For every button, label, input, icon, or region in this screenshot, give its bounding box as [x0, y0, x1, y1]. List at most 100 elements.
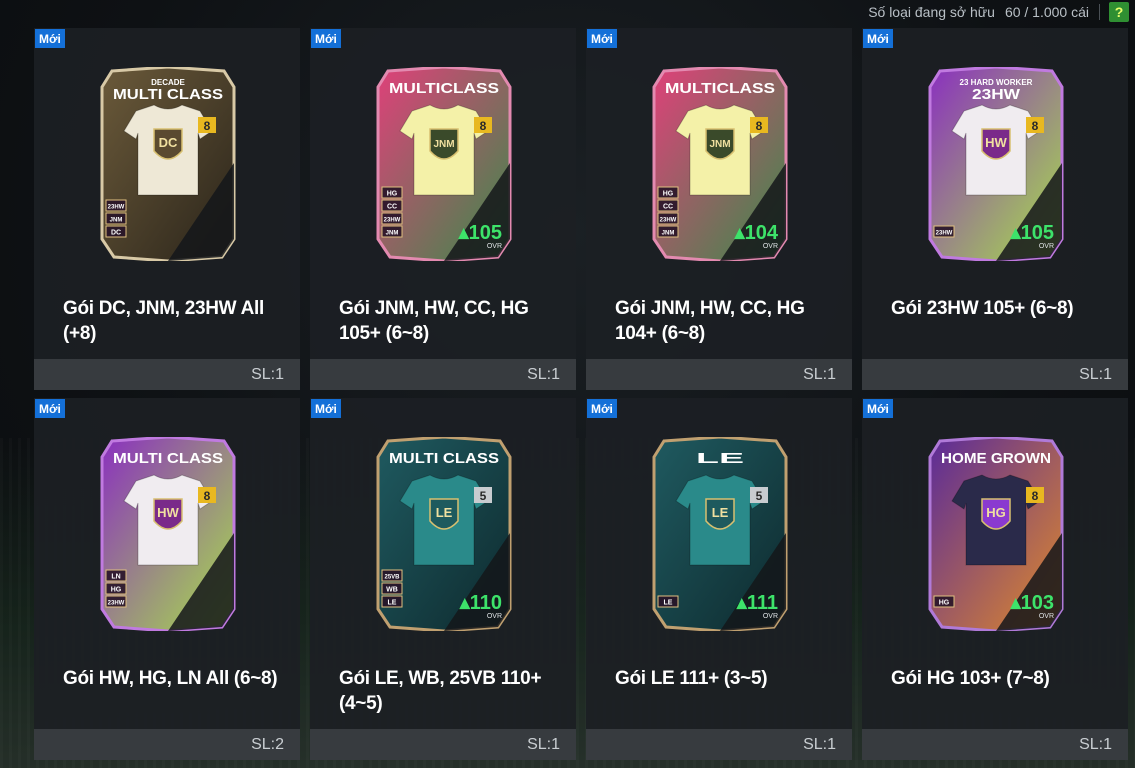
level-value: 8: [204, 489, 211, 503]
pack-quantity: SL:1: [803, 365, 836, 383]
level-value: 5: [756, 489, 763, 503]
level-value: 8: [1032, 119, 1039, 133]
pack-quantity-bar: SL:1: [586, 729, 852, 760]
pack-quantity: SL:1: [803, 735, 836, 753]
pack-quantity: SL:1: [251, 365, 284, 383]
class-chip-label: HG: [387, 191, 398, 198]
class-chip-label: CC: [387, 204, 397, 211]
pack-card-image: DECADE MULTI CLASS DC 8 23HW JNM DC: [98, 67, 238, 261]
class-chip-label: HG: [111, 587, 122, 594]
pack-tile[interactable]: Mới 23 HARD WORKER 23HW HW 8 23HW ▴105 OVR Gói…: [862, 28, 1128, 390]
class-chip-label: 23HW: [108, 205, 125, 211]
pack-title: Gói 23HW 105+ (6~8): [891, 298, 1074, 319]
pack-tile[interactable]: Mới MULTICLASS JNM 8 HG CC 23HW JNM ▴104 OVR Gói…: [586, 28, 852, 390]
level-value: 8: [756, 119, 763, 133]
pack-title: Gói LE 111+ (3~5): [615, 668, 768, 689]
owned-count-bar: Số loại đang sở hữu 60 / 1.000 cái ?: [868, 0, 1135, 24]
class-chip-label: LE: [664, 600, 673, 607]
pack-card-image: HOME GROWN HG 8 HG ▴103 OVR: [926, 437, 1066, 631]
pack-card-image: MULTI CLASS LE 5 25VB WB LE ▴110 OVR: [374, 437, 514, 631]
pack-quantity-bar: SL:1: [34, 359, 300, 390]
pack-tile[interactable]: Mới MULTI CLASS LE 5 25VB WB LE ▴110 OVR Gói LE…: [310, 398, 576, 760]
owned-count-value: 60 / 1.000 cái: [1004, 4, 1089, 20]
new-badge: Mới: [311, 399, 341, 418]
pack-tile[interactable]: Mới LE LE 5 LE ▴111 OVR Gói LE 111+ (3~5) SL:…: [586, 398, 852, 760]
owned-count-label: Số loại đang sở hữu: [868, 4, 995, 20]
pack-quantity-bar: SL:1: [862, 359, 1128, 390]
pack-title: Gói DC, JNM, 23HW All (+8): [63, 298, 264, 344]
pack-card-image: MULTICLASS JNM 8 HG CC 23HW JNM ▴104 OVR: [650, 67, 790, 261]
pack-quantity-bar: SL:1: [310, 359, 576, 390]
card-name: MULTI CLASS: [113, 86, 223, 103]
pack-tile[interactable]: Mới MULTI CLASS HW 8 LN HG 23HW Gói HW, HG, L…: [34, 398, 300, 760]
class-chip-label: 23HW: [108, 601, 125, 607]
ovr-value: ▴104: [734, 222, 779, 244]
pack-card-image: MULTICLASS JNM 8 HG CC 23HW JNM ▴105 OVR: [374, 67, 514, 261]
pack-card-image: 23 HARD WORKER 23HW HW 8 23HW ▴105 OVR: [926, 67, 1066, 261]
help-button[interactable]: ?: [1109, 2, 1129, 22]
new-badge: Mới: [35, 399, 65, 418]
class-chip-label: 23HW: [936, 231, 953, 237]
pack-quantity-bar: SL:1: [310, 729, 576, 760]
new-badge: Mới: [863, 399, 893, 418]
card-name: MULTI CLASS: [389, 450, 499, 467]
pack-quantity: SL:1: [1079, 735, 1112, 753]
class-chip-label: JNM: [662, 231, 675, 237]
divider: [1099, 4, 1100, 20]
pack-tile[interactable]: Mới MULTICLASS JNM 8 HG CC 23HW JNM ▴105 OVR Gói…: [310, 28, 576, 390]
ovr-value: ▴110: [459, 592, 502, 614]
ovr-label: OVR: [1039, 243, 1054, 250]
player-card: 23 HARD WORKER23HWHW823HW ▴105OVR: [928, 67, 1064, 261]
level-value: 5: [480, 489, 487, 503]
level-value: 8: [204, 119, 211, 133]
player-card: HOME GROWN HG 8 HG ▴103OVR: [928, 437, 1064, 631]
crest-label: JNM: [709, 139, 730, 150]
class-chip-label: HG: [939, 600, 950, 607]
ovr-label: OVR: [763, 613, 778, 620]
pack-title: Gói HG 103+ (7~8): [891, 668, 1050, 689]
new-badge: Mới: [863, 29, 893, 48]
player-card: MULTI CLASS LE 5 25VB WB LE ▴110OVR: [376, 437, 512, 631]
pack-tile[interactable]: Mới DECADE MULTI CLASS DC 8 23HW JNM DC Gói DC…: [34, 28, 300, 390]
new-badge: Mới: [311, 29, 341, 48]
new-badge: Mới: [587, 399, 617, 418]
ovr-value: ▴111: [736, 592, 778, 614]
class-chip-label: DC: [111, 230, 121, 237]
ovr-label: OVR: [1039, 613, 1054, 620]
player-card: LE LE 5 LE ▴111OVR: [652, 437, 788, 631]
ovr-value: ▴103: [1010, 592, 1054, 614]
class-chip-label: HG: [663, 191, 674, 198]
class-chip-label: 23HW: [384, 218, 401, 224]
crest-label: JNM: [433, 139, 454, 150]
crest-label: HG: [986, 505, 1006, 520]
class-chip-label: CC: [663, 204, 673, 211]
pack-quantity: SL:1: [527, 365, 560, 383]
card-name: LE: [696, 450, 744, 467]
card-name: MULTICLASS: [665, 80, 775, 97]
card-name: HOME GROWN: [941, 450, 1051, 467]
crest-label: LE: [712, 505, 729, 520]
pack-tile[interactable]: Mới HOME GROWN HG 8 HG ▴103 OVR Gói HG 103+ (…: [862, 398, 1128, 760]
new-badge: Mới: [587, 29, 617, 48]
card-name: MULTI CLASS: [113, 450, 223, 467]
crest-label: LE: [436, 505, 453, 520]
pack-title: Gói JNM, HW, CC, HG 104+ (6~8): [615, 298, 805, 344]
class-chip-label: LE: [388, 600, 397, 607]
level-value: 8: [480, 119, 487, 133]
player-card: MULTICLASS JNM 8 HG CC 23HW JNM ▴104OVR: [652, 67, 788, 261]
crest-label: HW: [157, 505, 179, 520]
pack-title: Gói LE, WB, 25VB 110+ (4~5): [339, 668, 542, 714]
pack-quantity-bar: SL:2: [34, 729, 300, 760]
player-card: MULTI CLASS HW 8 LN HG 23HW: [100, 437, 236, 631]
ovr-label: OVR: [487, 613, 502, 620]
pack-card-image: LE LE 5 LE ▴111 OVR: [650, 437, 790, 631]
ovr-label: OVR: [763, 243, 778, 250]
crest-label: DC: [159, 135, 178, 150]
class-chip-label: JNM: [110, 218, 123, 224]
ovr-value: ▴105: [1010, 222, 1054, 244]
class-chip-label: JNM: [386, 231, 399, 237]
pack-quantity-bar: SL:1: [586, 359, 852, 390]
new-badge: Mới: [35, 29, 65, 48]
pack-quantity: SL:1: [1079, 365, 1112, 383]
class-chip-label: 23HW: [660, 218, 677, 224]
